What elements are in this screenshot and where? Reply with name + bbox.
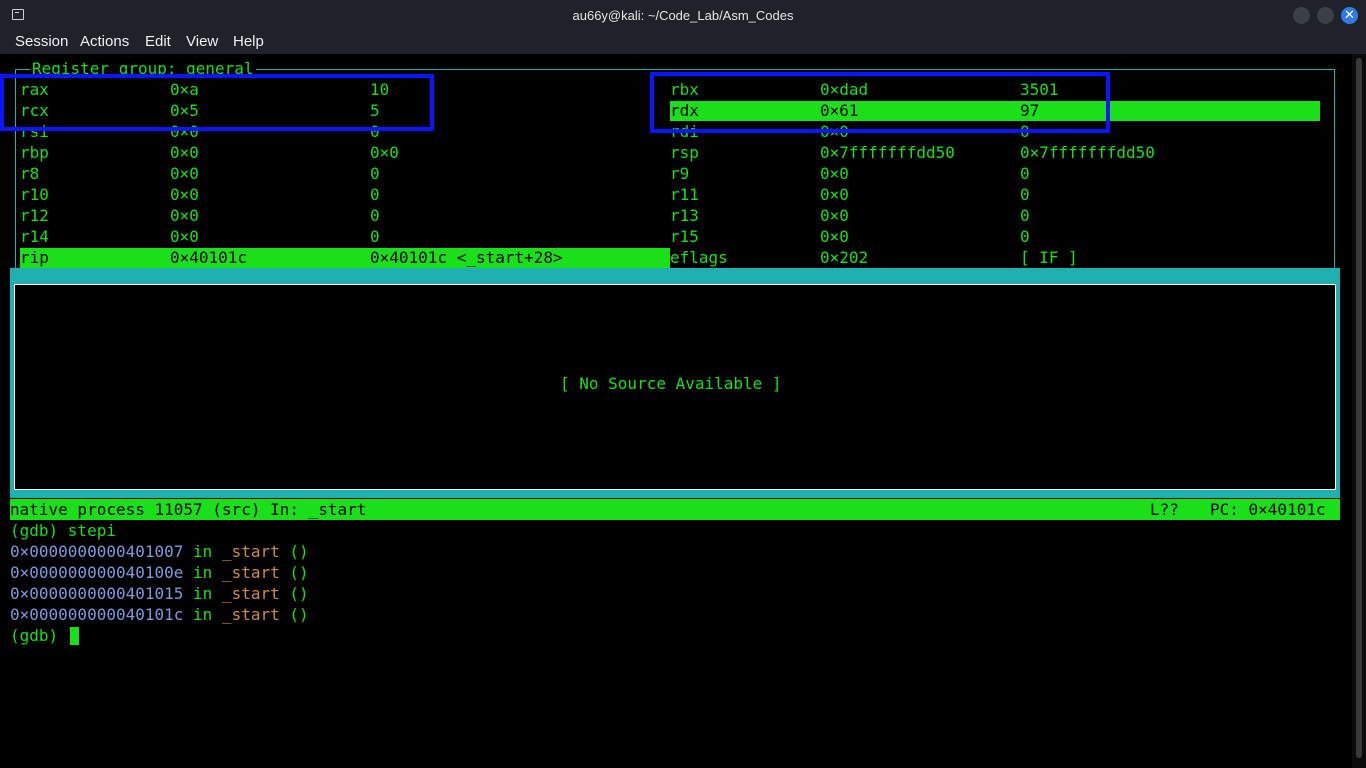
reg-value: 0×0 [370,143,399,162]
status-line: L?? [1150,500,1179,519]
menu-actions[interactable]: Actions [80,33,129,50]
reg-hex: 0×7fffffffdd50 [820,143,955,162]
reg-value: 0×7fffffffdd50 [1020,143,1155,162]
address: 0×0000000000401007 [10,542,184,561]
annotation-box-rbx-rdx [650,72,1110,133]
menu-view[interactable]: View [186,33,218,50]
address: 0×000000000040100e [10,563,184,582]
gdb-prompt[interactable]: (gdb) [10,625,58,646]
address: 0×000000000040101c [10,605,184,624]
reg-name: r14 [20,227,49,246]
address: 0×0000000000401015 [10,584,184,603]
function-name: _start [221,584,280,603]
text-cursor [70,627,79,645]
menu-edit[interactable]: Edit [145,33,171,50]
call-args: () [289,605,309,624]
console-line: 0×0000000000401015 in _start () [10,583,309,604]
reg-hex: 0×0 [820,185,849,204]
console-line: 0×000000000040101c in _start () [10,604,309,625]
function-name: _start [221,605,280,624]
reg-value: 0 [370,206,380,225]
minimize-button[interactable] [1293,7,1310,24]
reg-value: 0 [370,164,380,183]
menu-session[interactable]: Session [15,33,68,50]
close-icon: ✕ [1344,8,1355,23]
annotation-box-rax-rcx [0,74,434,131]
close-button[interactable]: ✕ [1341,7,1358,24]
reg-hex: 0×0 [170,164,199,183]
reg-value: 0 [370,185,380,204]
function-name: _start [221,542,280,561]
reg-value: 0×40101c <_start+28> [370,248,563,267]
call-args: () [289,584,309,603]
reg-value: 0 [1020,185,1030,204]
reg-hex: 0×0 [820,206,849,225]
reg-hex: 0×40101c [170,248,248,267]
reg-value: 0 [1020,206,1030,225]
reg-hex: 0×202 [820,248,869,267]
in-keyword: in [193,605,213,624]
rip-changed-highlight [20,248,670,268]
console-line: 0×000000000040100e in _start () [10,562,309,583]
reg-name: eflags [670,248,728,267]
terminal-scrollbar[interactable] [1352,54,1366,768]
console-line: 0×0000000000401007 in _start () [10,541,309,562]
in-keyword: in [193,542,213,561]
in-keyword: in [193,584,213,603]
status-pc: PC: 0×40101c [1210,500,1326,519]
reg-name: r8 [20,164,40,183]
reg-value: [ IF ] [1020,248,1078,267]
call-args: () [289,563,309,582]
reg-name: r11 [670,185,699,204]
reg-value: 0 [1020,164,1030,183]
reg-name: rip [20,248,49,267]
reg-name: rsp [670,143,699,162]
reg-hex: 0×0 [170,185,199,204]
function-name: _start [221,563,280,582]
reg-name: r15 [670,227,699,246]
window-titlebar[interactable]: au66y@kali: ~/Code_Lab/Asm_Codes ✕ [0,0,1366,31]
call-args: () [289,542,309,561]
reg-hex: 0×0 [820,227,849,246]
menu-bar: Session Actions Edit View Help [0,31,1366,54]
in-keyword: in [193,563,213,582]
window-title: au66y@kali: ~/Code_Lab/Asm_Codes [572,8,794,23]
reg-hex: 0×0 [820,164,849,183]
status-process: native process 11057 (src) In: _start [10,500,367,519]
reg-name: r12 [20,206,49,225]
maximize-button[interactable] [1317,7,1334,24]
reg-hex: 0×0 [170,143,199,162]
reg-name: r13 [670,206,699,225]
reg-name: rbp [20,143,49,162]
no-source-message: [ No Source Available ] [560,374,782,393]
scrollbar-thumb[interactable] [1356,58,1362,758]
reg-name: r10 [20,185,49,204]
reg-value: 0 [370,227,380,246]
reg-value: 0 [1020,227,1030,246]
menu-help[interactable]: Help [233,33,264,50]
reg-hex: 0×0 [170,227,199,246]
gdb-command-line: (gdb) stepi [10,521,116,540]
reg-name: r9 [670,164,690,183]
reg-hex: 0×0 [170,206,199,225]
